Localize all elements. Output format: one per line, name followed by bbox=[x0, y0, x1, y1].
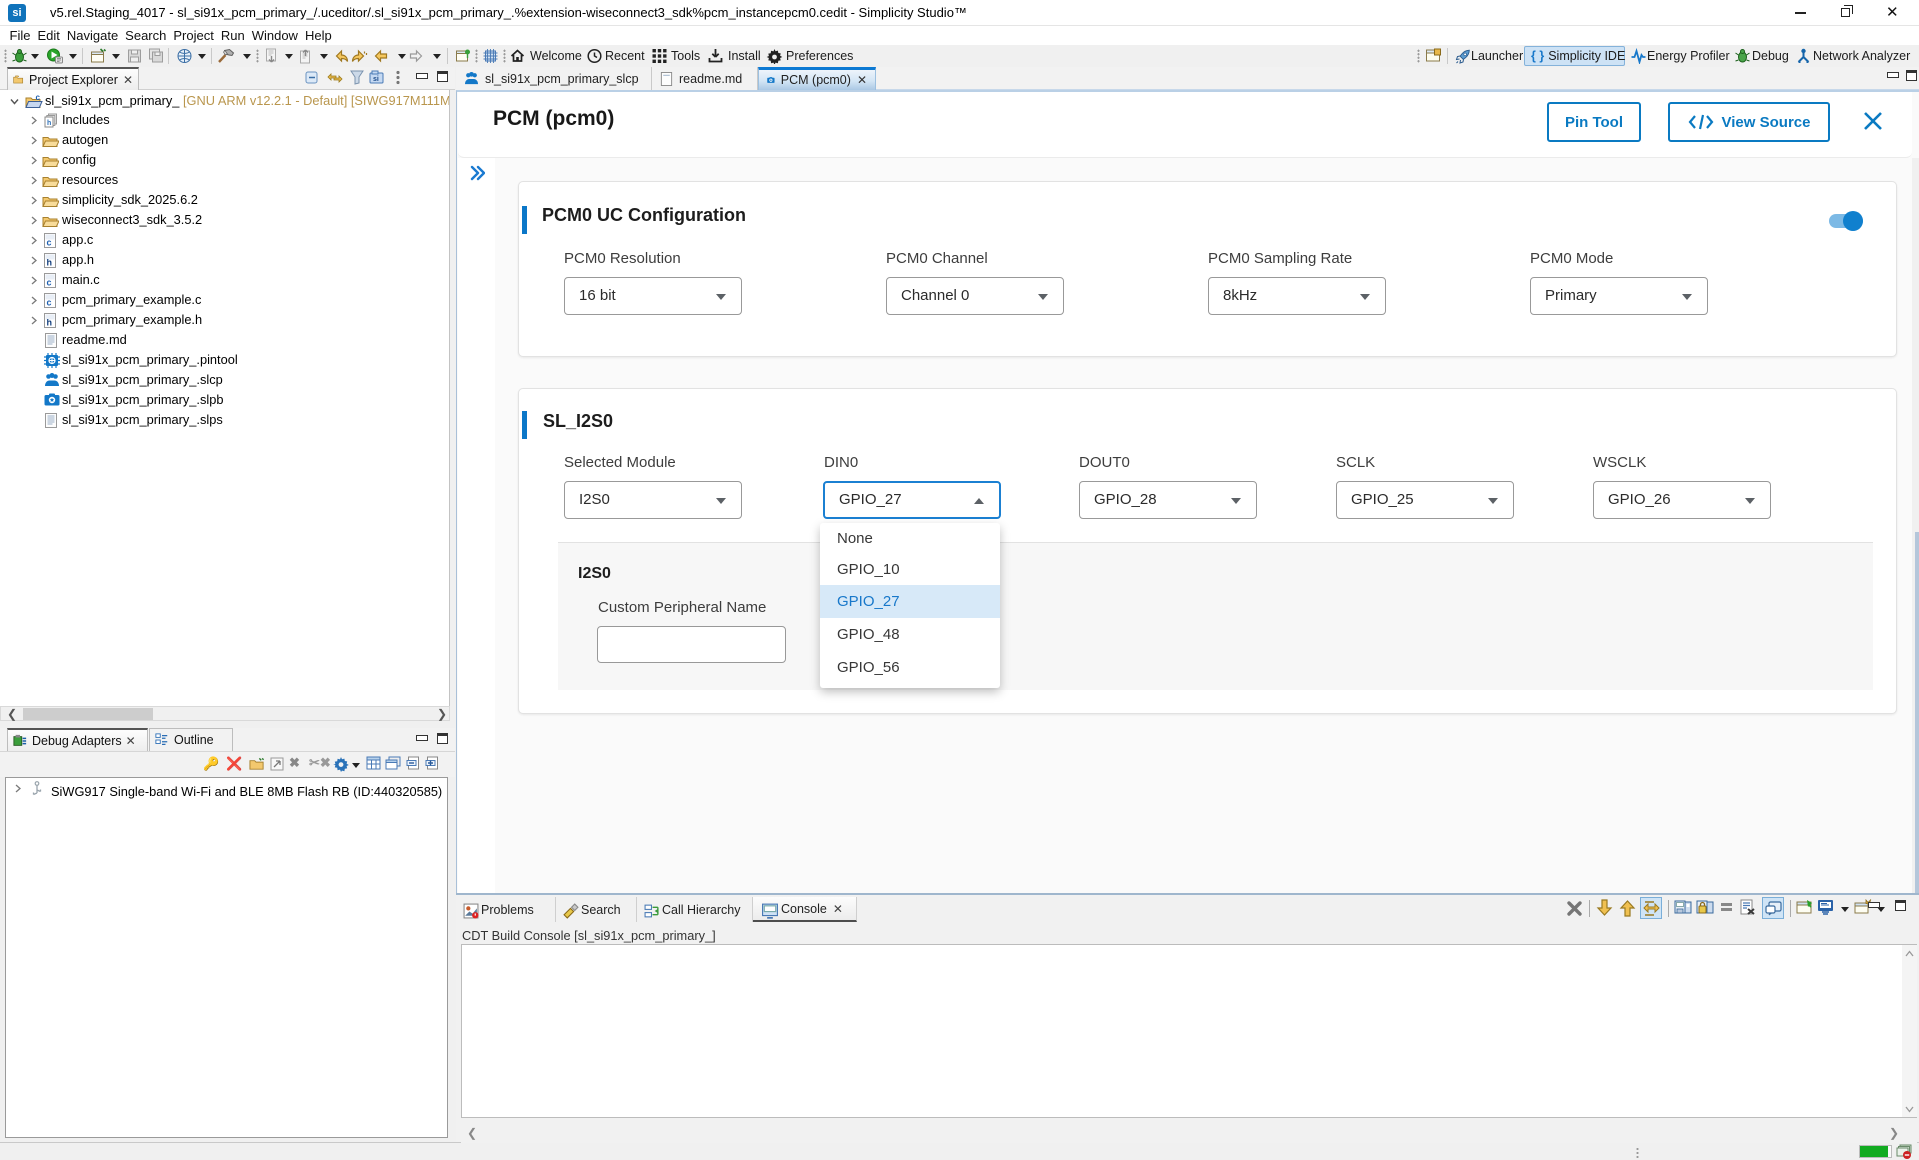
svg-text:c: c bbox=[47, 238, 52, 248]
svg-text:c: c bbox=[47, 278, 52, 288]
svg-text:c: c bbox=[47, 298, 52, 308]
svg-text:si: si bbox=[373, 76, 379, 83]
svg-text:h: h bbox=[47, 120, 51, 127]
svg-text:c: c bbox=[36, 93, 41, 102]
svg-text:h: h bbox=[47, 318, 53, 328]
svg-text:h: h bbox=[47, 258, 53, 268]
